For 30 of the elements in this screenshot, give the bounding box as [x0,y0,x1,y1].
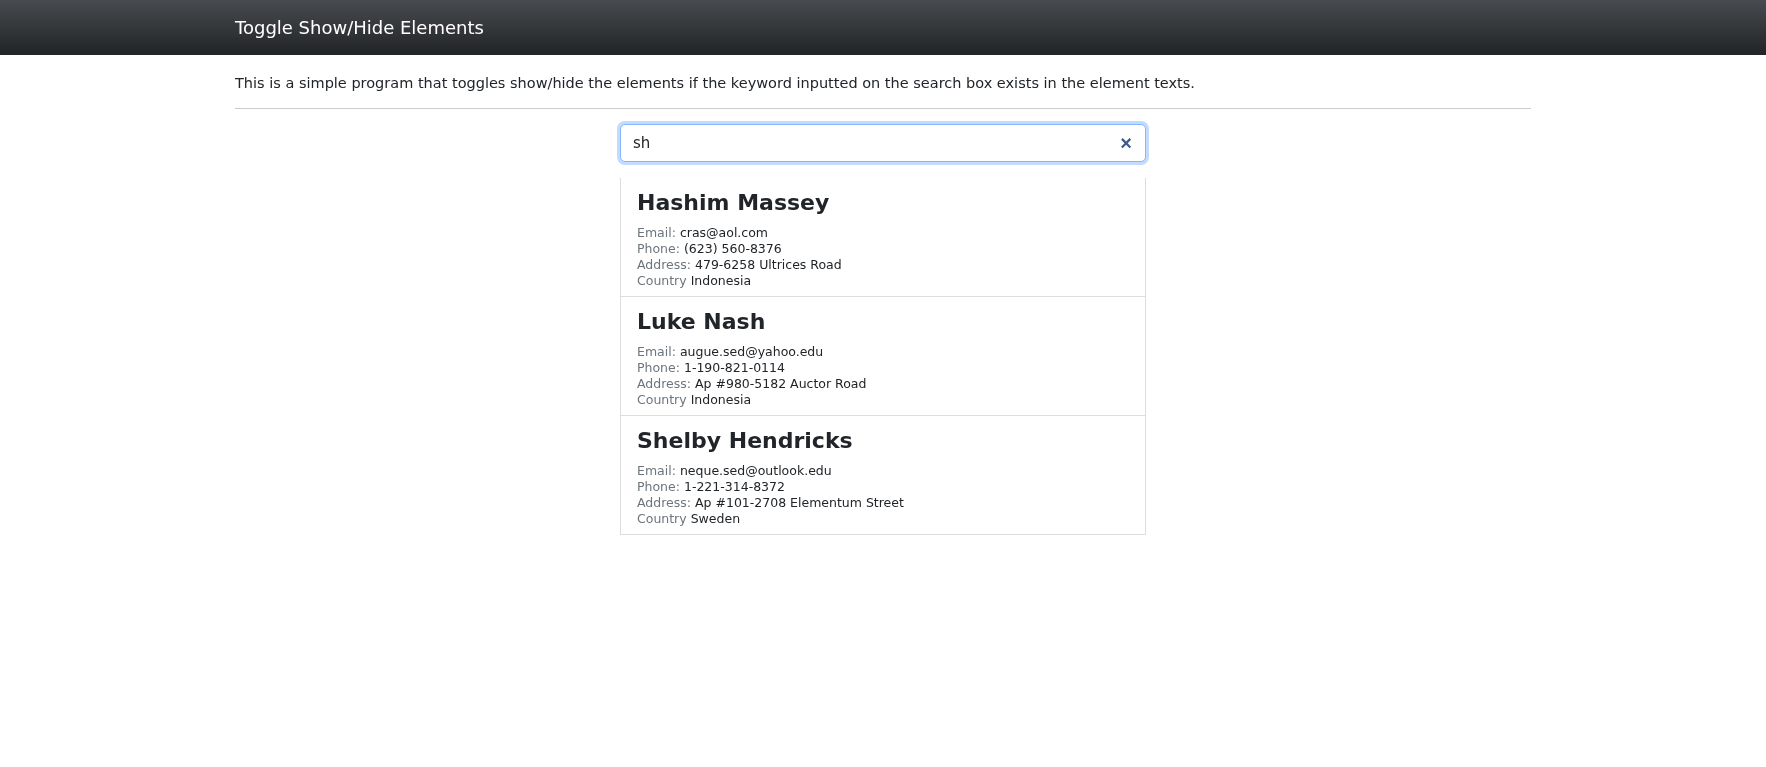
field-value: neque.sed@outlook.edu [679,463,832,478]
field-value: Ap #980-5182 Auctor Road [695,376,867,391]
field-label: Phone: [637,360,680,375]
field-value: Ap #101-2708 Elementum Street [695,495,904,510]
field-value: (623) 560-8376 [683,241,782,256]
field-label: Country [637,392,687,407]
contact-name: Luke Nash [637,309,767,334]
field-label: Email: [637,225,676,240]
clear-button[interactable]: × [1116,133,1136,153]
contact-name: Hashim Massey [637,190,831,215]
field-label: Phone: [637,479,680,494]
field-value: Indonesia [690,392,752,407]
field-label: Phone: [637,241,680,256]
field-label: Email: [637,344,676,359]
field-label: Address: [637,257,691,272]
field-value: Sweden [690,511,741,526]
field-label: Country [637,273,687,288]
field-value: 1-190-821-0114 [683,360,785,375]
field-value: 479-6258 Ultrices Road [695,257,842,272]
field-value: augue.sed@yahoo.edu [679,344,824,359]
field-value: cras@aol.com [679,225,769,240]
field-value: 1-221-314-8372 [683,479,785,494]
field-label: Address: [637,376,691,391]
field-label: Address: [637,495,691,510]
page-title: Toggle Show/Hide Elements [235,17,484,38]
contact-name: Shelby Hendricks [637,428,854,453]
field-value: Indonesia [690,273,752,288]
description-text: This is a simple program that toggles show/hide the elements if the keyword inputted on the search box exists in the element texts. [235,75,1196,91]
field-label: Country [637,511,687,526]
field-label: Email: [637,463,676,478]
